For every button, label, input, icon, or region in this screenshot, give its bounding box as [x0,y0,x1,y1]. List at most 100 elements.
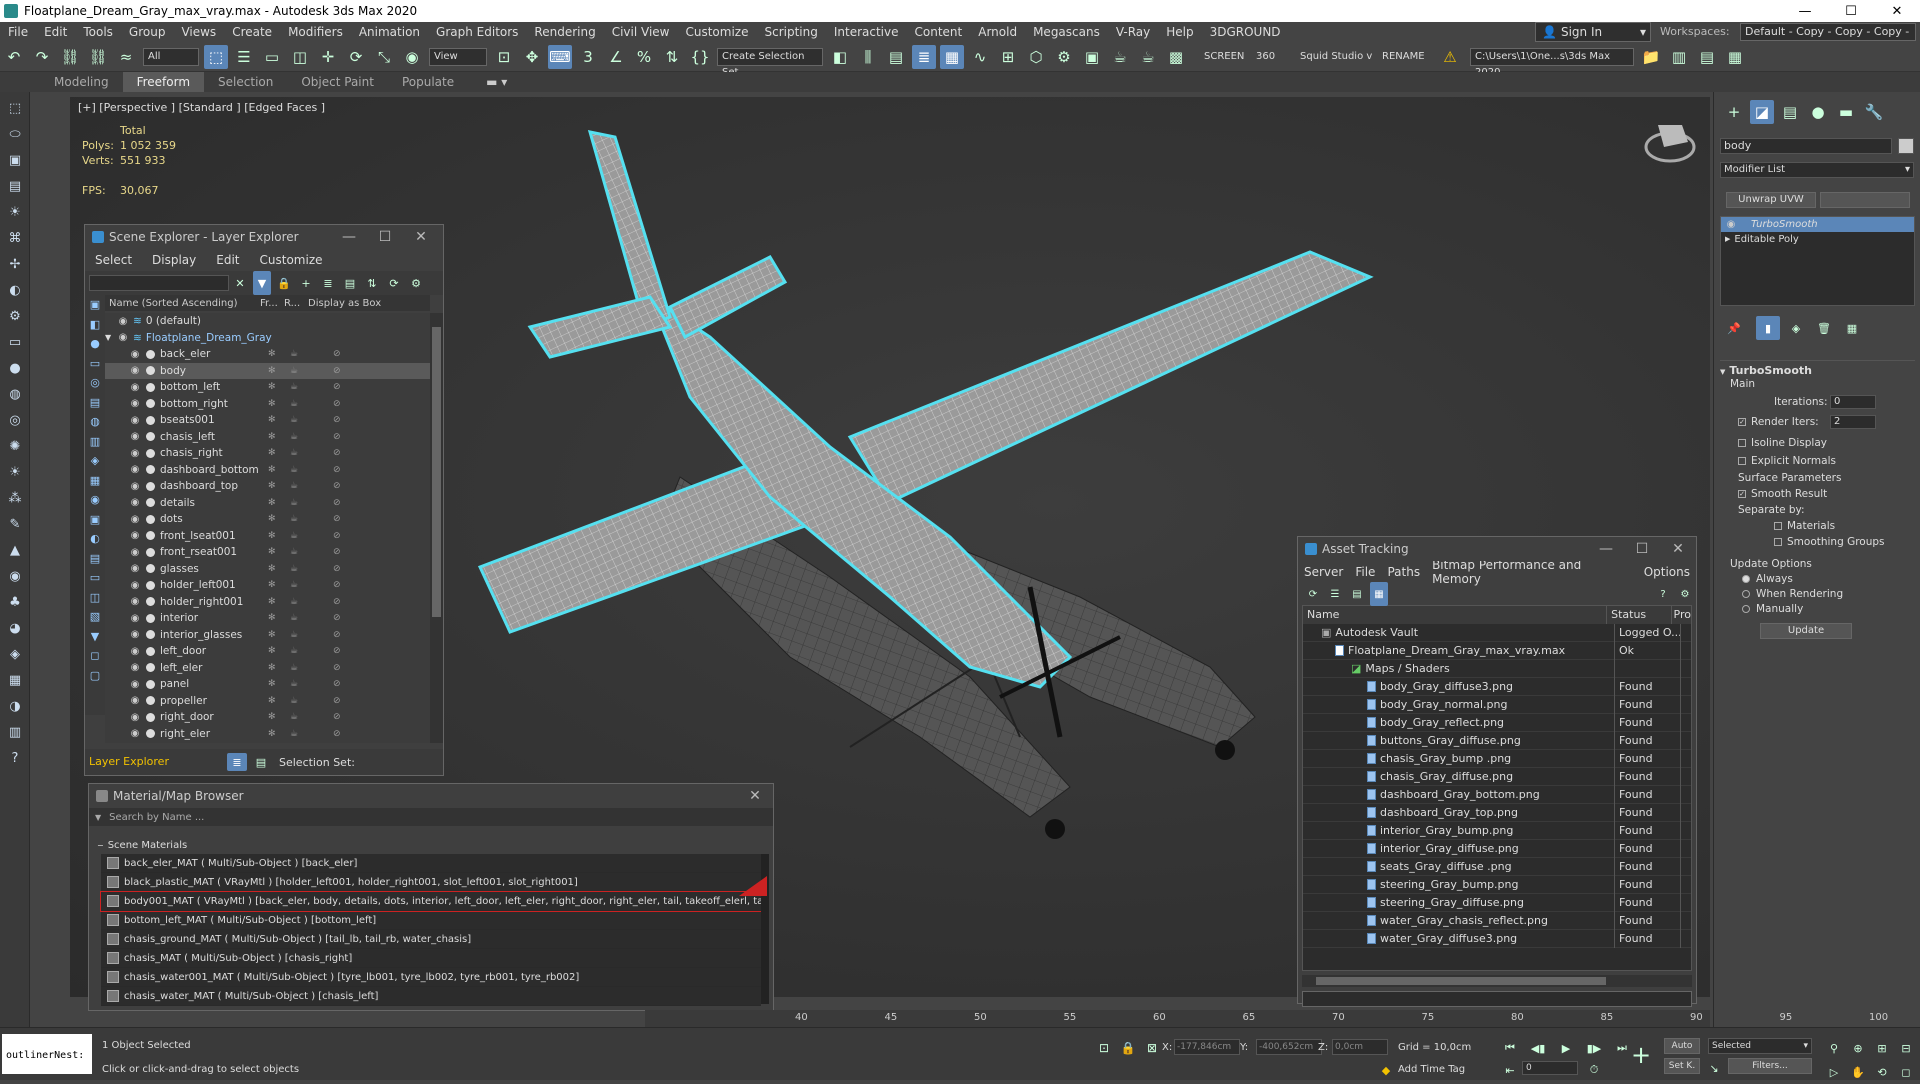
table-row[interactable]: Floatplane_Dream_Gray_max_vray.max Ok [1303,641,1691,660]
visibility-icon[interactable]: ◉ [129,629,141,640]
render-production-icon[interactable]: ☕ [1108,45,1132,69]
asset-menu-server[interactable]: Server [1298,565,1349,579]
set-key-icon[interactable]: + [1626,1040,1656,1070]
render-teapot-icon[interactable]: ☕ [290,712,298,722]
asset-menu-options[interactable]: Options [1638,565,1696,579]
pivot-center-icon[interactable]: ⊡ [492,45,516,69]
render-teapot-icon[interactable]: ☕ [290,597,298,607]
table-row[interactable]: body_Gray_diffuse3.png Found [1303,677,1691,696]
freeze-icon[interactable]: ✻ [268,729,276,739]
menu-item-create[interactable]: Create [224,25,280,39]
help-icon[interactable]: ? [1654,582,1672,606]
freeze-icon[interactable]: ✻ [268,663,276,673]
box-display-icon[interactable]: ⊘ [333,597,341,607]
field-of-view-icon[interactable]: ▷ [1822,1060,1846,1084]
shapes-icon[interactable]: ▤ [4,176,26,196]
material-browser-header[interactable]: Material/Map Browser ✕ [89,784,773,808]
asset-menu-file[interactable]: File [1349,565,1381,579]
render-teapot-icon[interactable]: ☕ [290,564,298,574]
box-display-icon[interactable]: ⊘ [333,663,341,673]
object-row[interactable]: ◉ panel ✻ ☕ ⊘ [105,676,430,693]
column-status[interactable]: Status [1607,606,1672,624]
box-display-icon[interactable]: ⊘ [333,349,341,359]
script-icon[interactable]: ◑ [4,696,26,716]
scene-explorer-menu-edit[interactable]: Edit [206,253,249,267]
column-name[interactable]: Name (Sorted Ascending) [105,298,260,309]
freeze-icon[interactable]: ✻ [268,679,276,689]
render-teapot-icon[interactable]: ☕ [290,531,298,541]
menu-item-animation[interactable]: Animation [351,25,428,39]
visibility-icon[interactable]: ◉ [129,712,141,723]
key-set-dropdown[interactable]: Selected ▾ [1708,1038,1812,1054]
visibility-icon[interactable]: ◉ [129,547,141,558]
render-iterative-icon[interactable]: ☕ [1136,45,1160,69]
object-row[interactable]: ◉ left_eler ✻ ☕ ⊘ [105,660,430,677]
snaps-toggle-icon[interactable]: 3 [576,45,600,69]
object-color-swatch[interactable] [1898,138,1914,154]
link-icon[interactable]: ⛓ [58,45,82,69]
reference-coordinate-dropdown[interactable]: View [429,47,487,66]
filter-icon[interactable]: ▼ [253,271,271,295]
select-by-name-icon[interactable]: ☰ [232,45,256,69]
material-row[interactable]: chasis_MAT ( Multi/Sub-Object ) [chasis_… [101,949,761,968]
freeze-icon[interactable]: ✻ [268,514,276,524]
table-row[interactable]: chasis_Gray_diffuse.png Found [1303,767,1691,786]
menu-item-scripting[interactable]: Scripting [756,25,825,39]
box-display-icon[interactable]: ⊘ [333,448,341,458]
object-row[interactable]: ◉ bottom_right ✻ ☕ ⊘ [105,396,430,413]
visibility-icon[interactable]: ◉ [1725,217,1737,232]
table-row[interactable]: dashboard_Gray_top.png Found [1303,803,1691,822]
render-teapot-icon[interactable]: ☕ [290,729,298,739]
toolbar-overflow-icon[interactable]: ▦ [1723,45,1747,69]
close-icon[interactable]: ✕ [1874,0,1920,22]
object-row[interactable]: ◉ back_eler ✻ ☕ ⊘ [105,346,430,363]
table-row[interactable]: body_Gray_reflect.png Found [1303,713,1691,732]
material-row[interactable]: chasis_water_MAT ( Multi/Sub-Object ) [c… [101,987,761,1006]
render-teapot-icon[interactable]: ☕ [290,547,298,557]
column-display-box[interactable]: Display as Box [308,298,381,309]
scene-explorer-menu-display[interactable]: Display [142,253,206,267]
object-row[interactable]: ◉ holder_left001 ✻ ☕ ⊘ [105,577,430,594]
column-freeze[interactable]: Fr... [260,298,284,309]
selection-lock-icon[interactable]: 🔒 [1116,1036,1140,1060]
visibility-icon[interactable]: ◉ [129,415,141,426]
box-display-icon[interactable]: ⊘ [333,531,341,541]
table-row[interactable]: interior_Gray_diffuse.png Found [1303,839,1691,858]
zoom-icon[interactable]: ⚲ [1822,1036,1846,1060]
freeze-icon[interactable]: ✻ [268,613,276,623]
menu-item-group[interactable]: Group [121,25,174,39]
lights-icon[interactable]: ☀ [4,202,26,222]
tree-icon[interactable]: ♣ [4,592,26,612]
helpers-icon[interactable]: ✢ [4,254,26,274]
layer-row[interactable]: ◉ ≋ 0 (default) [105,313,430,330]
render-iters-checkbox[interactable]: ✓ Render Iters: [1738,416,1819,428]
select-tool-icon[interactable]: ⬚ [4,98,26,118]
freeze-icon[interactable]: ✻ [268,564,276,574]
manually-radio[interactable]: Manually [1742,602,1915,617]
minimize-icon[interactable]: — [331,225,367,249]
always-radio[interactable]: Always [1742,572,1915,587]
previous-frame-icon[interactable]: ◀▮ [1526,1036,1550,1060]
render-teapot-icon[interactable]: ☕ [290,630,298,640]
object-row[interactable]: ◉ interior_glasses ✻ ☕ ⊘ [105,627,430,644]
material-row[interactable]: back_eler_MAT ( Multi/Sub-Object ) [back… [101,854,761,873]
curve-editor-icon[interactable]: ∿ [968,45,992,69]
z-coordinate-field[interactable]: 0,0cm [1332,1039,1388,1055]
render-teapot-icon[interactable]: ☕ [290,580,298,590]
box-display-icon[interactable]: ⊘ [333,564,341,574]
geosphere-icon[interactable]: ◍ [4,384,26,404]
layers-icon[interactable]: ≣ [319,271,337,295]
primitive-icon[interactable]: ▭ [4,332,26,352]
maximize-icon[interactable]: ☐ [1828,0,1874,22]
key-mode-icon[interactable]: ⇤ [1498,1058,1522,1082]
rename-label[interactable]: RENAME [1382,51,1436,62]
menu-item-v-ray[interactable]: V-Ray [1108,25,1158,39]
isolate-selection-icon[interactable]: ⊡ [1092,1036,1116,1060]
keyboard-shortcut-icon[interactable]: ⌨ [548,44,572,69]
visibility-icon[interactable]: ◉ [129,497,141,508]
key-filters-button[interactable]: Filters... [1728,1058,1812,1074]
configure-sets-icon[interactable]: ▦ [1840,316,1864,340]
render-teapot-icon[interactable]: ☕ [290,696,298,706]
table-row[interactable]: dashboard_Gray_bottom.png Found [1303,785,1691,804]
settings-icon[interactable]: ⚙ [407,271,425,295]
